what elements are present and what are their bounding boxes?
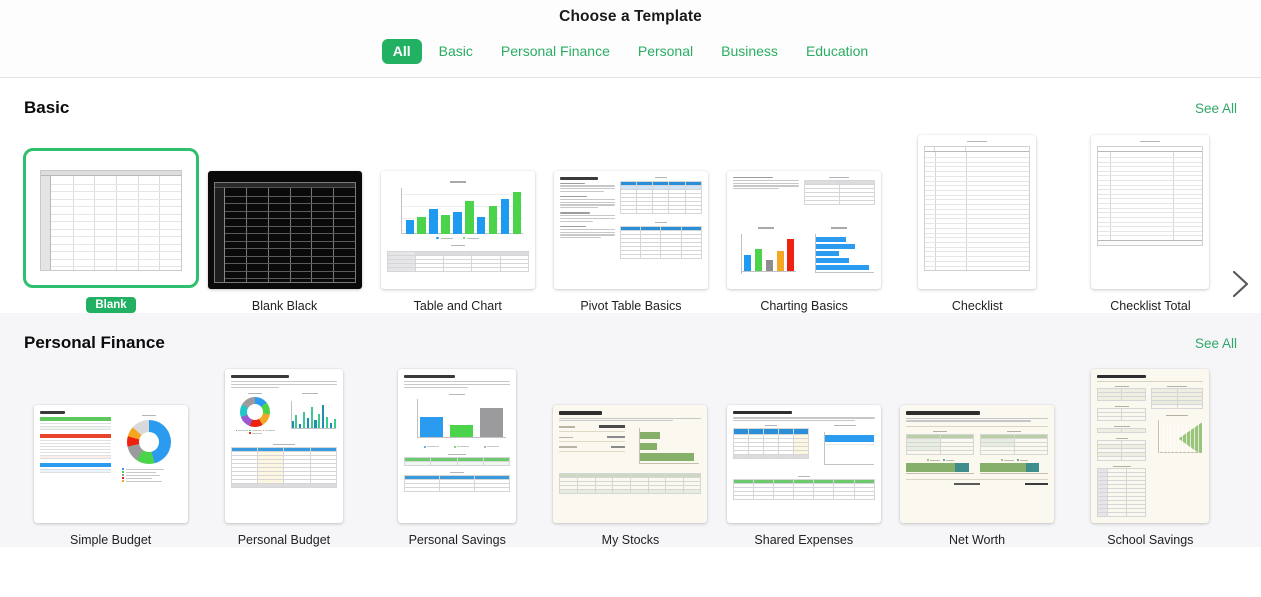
template-card-personal-savings[interactable]: Personal Savings bbox=[371, 353, 544, 547]
art-my-stocks bbox=[553, 405, 707, 523]
thumbnail-blank bbox=[34, 159, 188, 277]
tab-basic[interactable]: Basic bbox=[428, 39, 484, 64]
art-school-savings bbox=[1091, 369, 1209, 523]
thumbnail-checklist-total bbox=[1091, 135, 1210, 289]
thumb-wrap-blank bbox=[23, 118, 199, 288]
art-shared-expenses bbox=[727, 405, 881, 523]
thumbnail-personal-savings bbox=[398, 369, 517, 523]
template-card-my-stocks[interactable]: My Stocks bbox=[544, 353, 717, 547]
art-net-worth bbox=[900, 405, 1054, 523]
tab-personal[interactable]: Personal bbox=[627, 39, 704, 64]
thumb-wrap-pivot-table-basics bbox=[553, 119, 708, 289]
section-personal-finance-header: Personal Finance See All bbox=[0, 313, 1261, 353]
caption-table-and-chart: Table and Chart bbox=[413, 299, 502, 313]
tab-all[interactable]: All bbox=[381, 39, 422, 64]
see-all-basic[interactable]: See All bbox=[1195, 101, 1237, 116]
thumbnail-simple-budget bbox=[33, 405, 188, 523]
tab-personal-finance[interactable]: Personal Finance bbox=[490, 39, 621, 64]
template-card-checklist[interactable]: Checklist bbox=[891, 119, 1064, 313]
thumb-wrap-blank-black bbox=[207, 119, 362, 289]
selection-frame bbox=[23, 148, 199, 288]
art-blank-sheet-black bbox=[208, 171, 362, 289]
thumbnail-net-worth bbox=[900, 405, 1055, 523]
thumb-wrap-net-worth bbox=[900, 353, 1055, 523]
category-tabs: All Basic Personal Finance Personal Busi… bbox=[0, 39, 1261, 64]
template-card-school-savings[interactable]: School Savings bbox=[1064, 353, 1237, 547]
section-basic-title: Basic bbox=[24, 98, 70, 117]
template-card-checklist-total[interactable]: Checklist Total bbox=[1064, 119, 1237, 313]
thumbnail-school-savings bbox=[1091, 369, 1210, 523]
row-basic-templates: Blank Blank Black Table and Chart Pivot … bbox=[0, 118, 1261, 313]
section-personal-finance-title: Personal Finance bbox=[24, 333, 165, 352]
template-card-net-worth[interactable]: Net Worth bbox=[890, 353, 1063, 547]
caption-checklist-total: Checklist Total bbox=[1110, 299, 1191, 313]
thumbnail-charting-basics bbox=[727, 171, 882, 289]
art-blank-sheet bbox=[34, 159, 188, 277]
mini-table bbox=[386, 251, 529, 273]
thumb-wrap-simple-budget bbox=[33, 353, 188, 523]
caption-school-savings: School Savings bbox=[1107, 533, 1194, 547]
template-card-blank-black[interactable]: Blank Black bbox=[198, 119, 371, 313]
thumb-wrap-school-savings bbox=[1091, 353, 1210, 523]
thumb-wrap-checklist-total bbox=[1091, 119, 1210, 289]
thumb-wrap-charting-basics bbox=[727, 119, 882, 289]
art-checklist-total bbox=[1091, 135, 1209, 289]
see-all-personal-finance[interactable]: See All bbox=[1195, 336, 1237, 351]
thumbnail-shared-expenses bbox=[726, 405, 881, 523]
section-basic: Basic See All Blank Blank Black Table an… bbox=[0, 78, 1261, 313]
caption-pivot-table-basics: Pivot Table Basics bbox=[580, 299, 682, 313]
caption-simple-budget: Simple Budget bbox=[69, 533, 152, 547]
caption-checklist: Checklist bbox=[951, 299, 1003, 313]
thumbnail-my-stocks bbox=[553, 405, 708, 523]
template-scroll-area[interactable]: Basic See All Blank Blank Black Table an… bbox=[0, 78, 1261, 597]
thumbnail-checklist bbox=[918, 135, 1037, 289]
thumb-wrap-personal-savings bbox=[398, 353, 517, 523]
caption-net-worth: Net Worth bbox=[949, 533, 1006, 547]
thumbnail-personal-budget bbox=[224, 369, 343, 523]
template-card-pivot-table-basics[interactable]: Pivot Table Basics bbox=[544, 119, 717, 313]
art-simple-budget bbox=[34, 405, 188, 523]
caption-shared-expenses: Shared Expenses bbox=[754, 533, 854, 547]
section-personal-finance: Personal Finance See All Simple Budget P… bbox=[0, 313, 1261, 547]
tab-education[interactable]: Education bbox=[795, 39, 879, 64]
caption-blank-black: Blank Black bbox=[251, 299, 318, 313]
thumb-wrap-personal-budget bbox=[224, 353, 343, 523]
page-title: Choose a Template bbox=[559, 8, 702, 25]
art-table-and-chart bbox=[381, 171, 535, 289]
caption-my-stocks: My Stocks bbox=[601, 533, 660, 547]
thumb-wrap-table-and-chart bbox=[380, 119, 535, 289]
thumbnail-pivot-table-basics bbox=[553, 171, 708, 289]
thumb-wrap-checklist bbox=[918, 119, 1037, 289]
thumb-wrap-shared-expenses bbox=[726, 353, 881, 523]
row-personal-finance-templates: Simple Budget Personal Budget Personal S… bbox=[0, 353, 1261, 547]
template-card-blank[interactable]: Blank bbox=[23, 118, 199, 313]
caption-personal-budget: Personal Budget bbox=[237, 533, 331, 547]
caption-personal-savings: Personal Savings bbox=[408, 533, 506, 547]
art-charting-basics bbox=[727, 171, 881, 289]
art-personal-budget bbox=[225, 369, 343, 523]
section-basic-header: Basic See All bbox=[0, 78, 1261, 118]
template-card-table-and-chart[interactable]: Table and Chart bbox=[371, 119, 544, 313]
thumbnail-blank-black bbox=[207, 171, 362, 289]
template-card-personal-budget[interactable]: Personal Budget bbox=[197, 353, 370, 547]
next-page-chevron[interactable] bbox=[1225, 264, 1255, 304]
template-chooser-header: Choose a Template All Basic Personal Fin… bbox=[0, 0, 1261, 78]
tab-business[interactable]: Business bbox=[710, 39, 789, 64]
chevron-right-icon bbox=[1232, 270, 1249, 298]
template-card-shared-expenses[interactable]: Shared Expenses bbox=[717, 353, 890, 547]
template-card-simple-budget[interactable]: Simple Budget bbox=[24, 353, 197, 547]
caption-charting-basics: Charting Basics bbox=[760, 299, 848, 313]
art-pivot-table-basics bbox=[554, 171, 708, 289]
thumbnail-table-and-chart bbox=[380, 171, 535, 289]
template-card-charting-basics[interactable]: Charting Basics bbox=[718, 119, 891, 313]
art-checklist bbox=[918, 135, 1036, 289]
badge-blank: Blank bbox=[86, 297, 136, 313]
thumb-wrap-my-stocks bbox=[553, 353, 708, 523]
art-personal-savings bbox=[398, 369, 516, 523]
